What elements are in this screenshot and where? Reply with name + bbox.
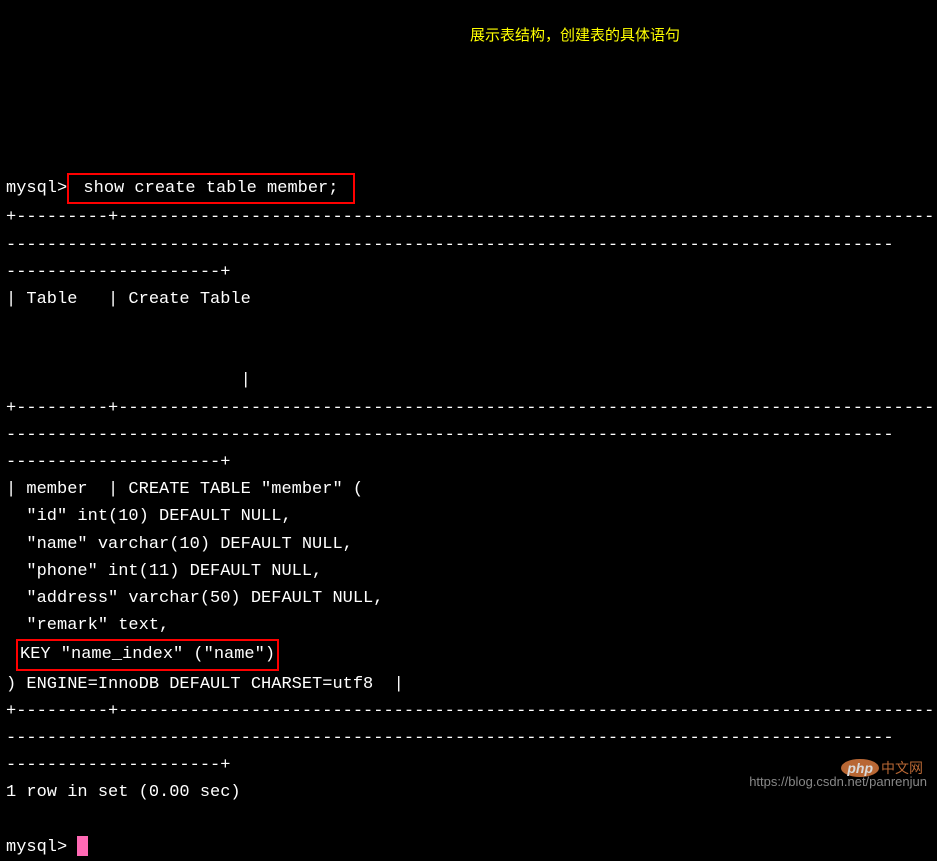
separator: ----------------------------------------… bbox=[6, 426, 894, 445]
separator: ----------------------------------------… bbox=[6, 236, 894, 255]
terminal-prompt-2[interactable]: mysql> bbox=[6, 838, 77, 857]
terminal-prompt: mysql> bbox=[6, 179, 67, 198]
column-address: "address" varchar(50) DEFAULT NULL, bbox=[6, 589, 383, 608]
separator: ----------------------------------------… bbox=[118, 208, 937, 227]
separator: +---------+ bbox=[6, 702, 118, 721]
key-highlight-box: KEY "name_index" ("name") bbox=[16, 639, 279, 670]
create-table-line: | member | CREATE TABLE "member" ( bbox=[6, 480, 363, 499]
column-remark: "remark" text, bbox=[6, 616, 169, 635]
table-header-row: | Table | Create Table bbox=[6, 290, 251, 309]
cursor-icon bbox=[77, 836, 88, 856]
separator: ----------------------------------------… bbox=[118, 399, 937, 418]
column-phone: "phone" int(11) DEFAULT NULL, bbox=[6, 562, 322, 581]
separator: +---------+ bbox=[6, 208, 118, 227]
separator: ----------------------------------------… bbox=[6, 729, 894, 748]
rows-in-set: 1 row in set (0.00 sec) bbox=[6, 783, 241, 802]
sql-command: show create table member; bbox=[73, 179, 348, 198]
separator: +---------+ bbox=[6, 399, 118, 418]
column-name: "name" varchar(10) DEFAULT NULL, bbox=[6, 535, 353, 554]
command-highlight-box: show create table member; bbox=[67, 173, 354, 204]
watermark-url: https://blog.csdn.net/panrenjun bbox=[749, 772, 927, 793]
separator: ---------------------+ bbox=[6, 756, 230, 775]
separator: ---------------------+ bbox=[6, 453, 230, 472]
key-index-line: KEY "name_index" ("name") bbox=[20, 645, 275, 664]
separator: ----------------------------------------… bbox=[118, 702, 937, 721]
engine-line: ) ENGINE=InnoDB DEFAULT CHARSET=utf8 | bbox=[6, 675, 404, 694]
column-id: "id" int(10) DEFAULT NULL, bbox=[6, 507, 292, 526]
blank-pipe: | bbox=[6, 371, 251, 390]
separator: ---------------------+ bbox=[6, 263, 230, 282]
annotation-text: 展示表结构，创建表的具体语句 bbox=[470, 24, 680, 48]
